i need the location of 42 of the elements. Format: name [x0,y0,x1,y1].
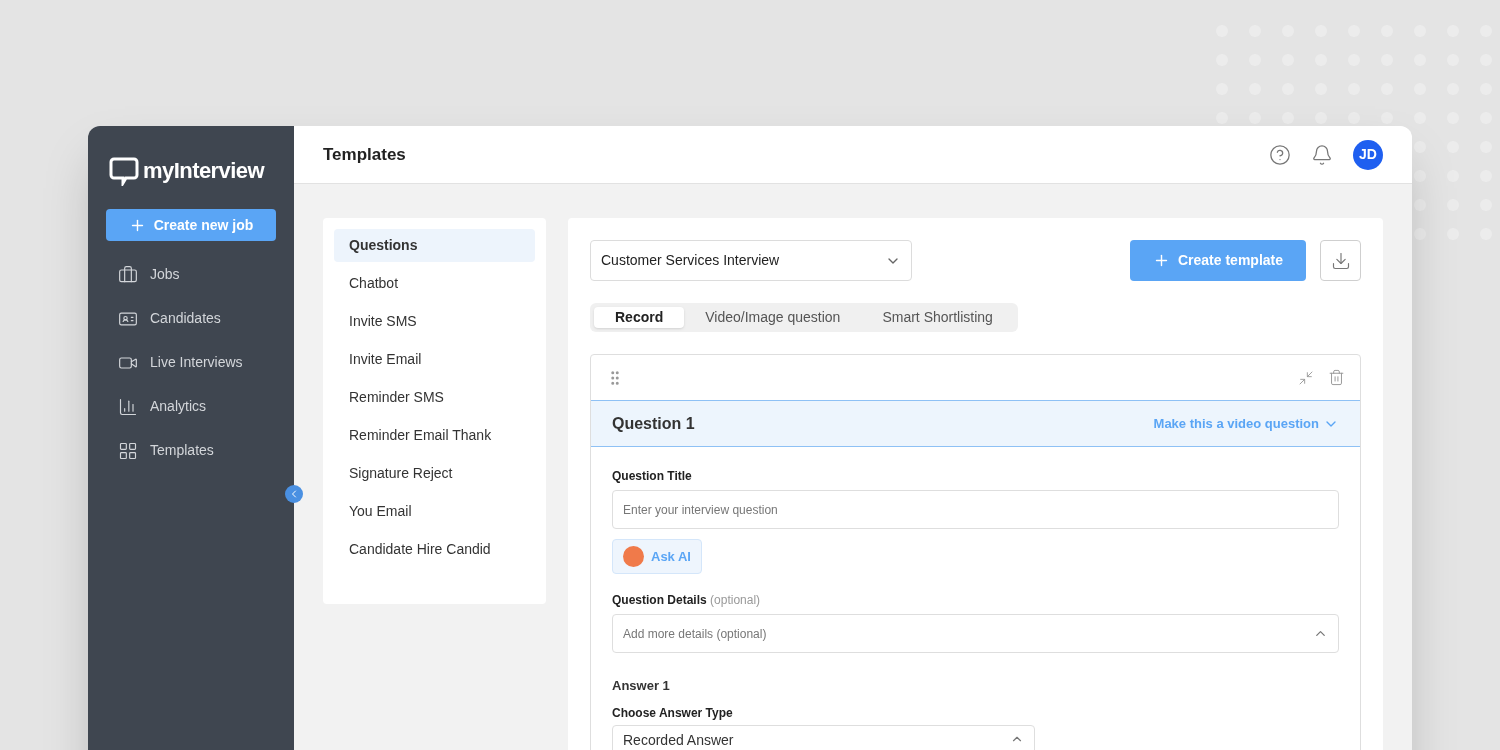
template-type-item[interactable]: You Email [334,495,535,528]
nav-item[interactable]: Analytics [106,395,276,418]
collapse-icon[interactable] [1298,369,1314,386]
tab[interactable]: Video/Image question [684,307,862,328]
nav-item[interactable]: Templates [106,439,276,462]
field-label: Question Details [612,593,707,607]
collapse-sidebar-button[interactable] [285,485,303,503]
template-type-item[interactable]: Questions [334,229,535,262]
logo-text: myInterview [143,157,265,185]
field-label: Choose Answer Type [612,704,734,722]
tab[interactable]: Smart Shortlisting [861,307,1014,328]
template-type-item[interactable]: Invite Email [334,343,535,376]
tab[interactable]: Record [594,307,685,328]
download-button[interactable] [1320,240,1361,281]
template-type-item[interactable]: Reminder Email Thank [334,419,535,452]
user-avatar[interactable]: JD [1353,139,1383,170]
template-type-item[interactable]: Reminder SMS [334,381,535,414]
delete-icon[interactable] [1328,369,1345,386]
template-type-item[interactable]: Invite SMS [334,305,535,338]
question-details-field[interactable]: Add more details (optional) [612,614,1339,653]
nav-item[interactable]: Candidates [106,307,276,330]
download-icon [1330,250,1351,271]
question-title-input[interactable]: Enter your interview question [612,490,1339,529]
nav-item[interactable]: Jobs [106,263,276,286]
template-type-item[interactable]: Candidate Hire Candid [334,533,535,566]
answer-type-select[interactable]: Recorded Answer [612,724,1035,750]
briefcase-icon [118,264,138,285]
page-title: Templates [323,143,406,166]
chat-bubble-logo-icon [109,155,139,186]
help-icon[interactable] [1269,143,1291,166]
grid-icon [118,440,138,461]
question-title: Question 1 [612,413,695,434]
optional-hint: (optional) [710,593,761,607]
bar-chart-icon [118,396,138,417]
avatar-placeholder [623,546,644,567]
field-label: Question Title [612,468,693,485]
template-type-item[interactable]: Signature Reject [334,457,535,490]
answer-heading: Answer 1 [612,677,671,695]
nav-item[interactable]: Live Interviews [106,351,276,374]
template-type-item[interactable]: Chatbot [334,267,535,300]
bell-icon[interactable] [1311,143,1333,166]
template-select[interactable]: Customer Services Interview [590,240,912,281]
